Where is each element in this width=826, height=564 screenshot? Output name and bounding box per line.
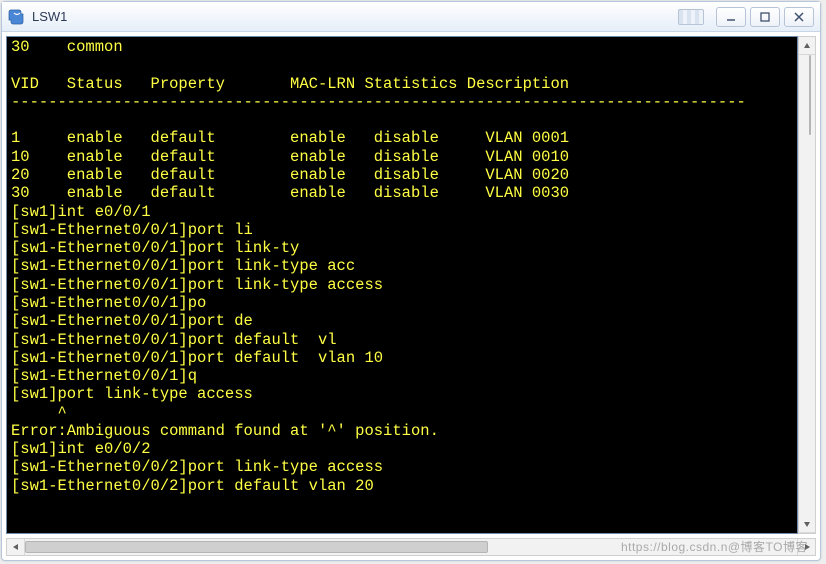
terminal-line: Error:Ambiguous command found at '^' pos… <box>11 422 793 440</box>
terminal-line: 30 enable default enable disable VLAN 00… <box>11 184 793 202</box>
window: LSW1 30 common VID Status Property MAC-L… <box>1 1 821 561</box>
close-button[interactable] <box>784 7 814 27</box>
vertical-scrollbar[interactable] <box>798 36 816 534</box>
terminal-line: [sw1-Ethernet0/0/1]port link-ty <box>11 239 793 257</box>
window-title: LSW1 <box>32 9 672 24</box>
terminal-line: ----------------------------------------… <box>11 93 793 111</box>
terminal-output[interactable]: 30 common VID Status Property MAC-LRN St… <box>6 36 798 534</box>
maximize-button[interactable] <box>750 7 780 27</box>
terminal-line: ^ <box>11 404 793 422</box>
terminal-line: [sw1-Ethernet0/0/2]port default vlan 20 <box>11 477 793 495</box>
client-area: 30 common VID Status Property MAC-LRN St… <box>2 32 820 538</box>
terminal-line: [sw1-Ethernet0/0/1]q <box>11 367 793 385</box>
app-icon <box>8 8 26 26</box>
watermark-text: https://blog.csdn.n@博客TO博客 <box>621 538 808 555</box>
terminal-line: [sw1-Ethernet0/0/1]port link-type acc <box>11 257 793 275</box>
vertical-scroll-thumb[interactable] <box>809 55 811 135</box>
thumbnail-icon <box>678 9 704 25</box>
terminal-line: [sw1-Ethernet0/0/1]port li <box>11 221 793 239</box>
terminal-line: [sw1]int e0/0/2 <box>11 440 793 458</box>
terminal-line: [sw1]port link-type access <box>11 385 793 403</box>
scroll-left-button[interactable] <box>7 539 25 555</box>
scroll-up-button[interactable] <box>799 37 815 55</box>
terminal-line: [sw1-Ethernet0/0/1]port default vlan 10 <box>11 349 793 367</box>
terminal-line: 1 enable default enable disable VLAN 000… <box>11 129 793 147</box>
terminal-line: [sw1-Ethernet0/0/1]port link-type access <box>11 276 793 294</box>
terminal-line: 30 common <box>11 38 793 56</box>
terminal-line: VID Status Property MAC-LRN Statistics D… <box>11 75 793 93</box>
titlebar[interactable]: LSW1 <box>2 2 820 32</box>
terminal-line: 20 enable default enable disable VLAN 00… <box>11 166 793 184</box>
terminal-line <box>11 56 793 74</box>
terminal-line: [sw1-Ethernet0/0/1]port default vl <box>11 331 793 349</box>
terminal-line: [sw1-Ethernet0/0/1]po <box>11 294 793 312</box>
terminal-line: [sw1-Ethernet0/0/2]port link-type access <box>11 458 793 476</box>
window-controls <box>716 7 814 27</box>
terminal-line: [sw1]int e0/0/1 <box>11 203 793 221</box>
terminal-line: [sw1-Ethernet0/0/1]port de <box>11 312 793 330</box>
scroll-down-button[interactable] <box>799 515 815 533</box>
terminal-line <box>11 111 793 129</box>
terminal-line: 10 enable default enable disable VLAN 00… <box>11 148 793 166</box>
horizontal-scroll-thumb[interactable] <box>25 541 488 553</box>
minimize-button[interactable] <box>716 7 746 27</box>
